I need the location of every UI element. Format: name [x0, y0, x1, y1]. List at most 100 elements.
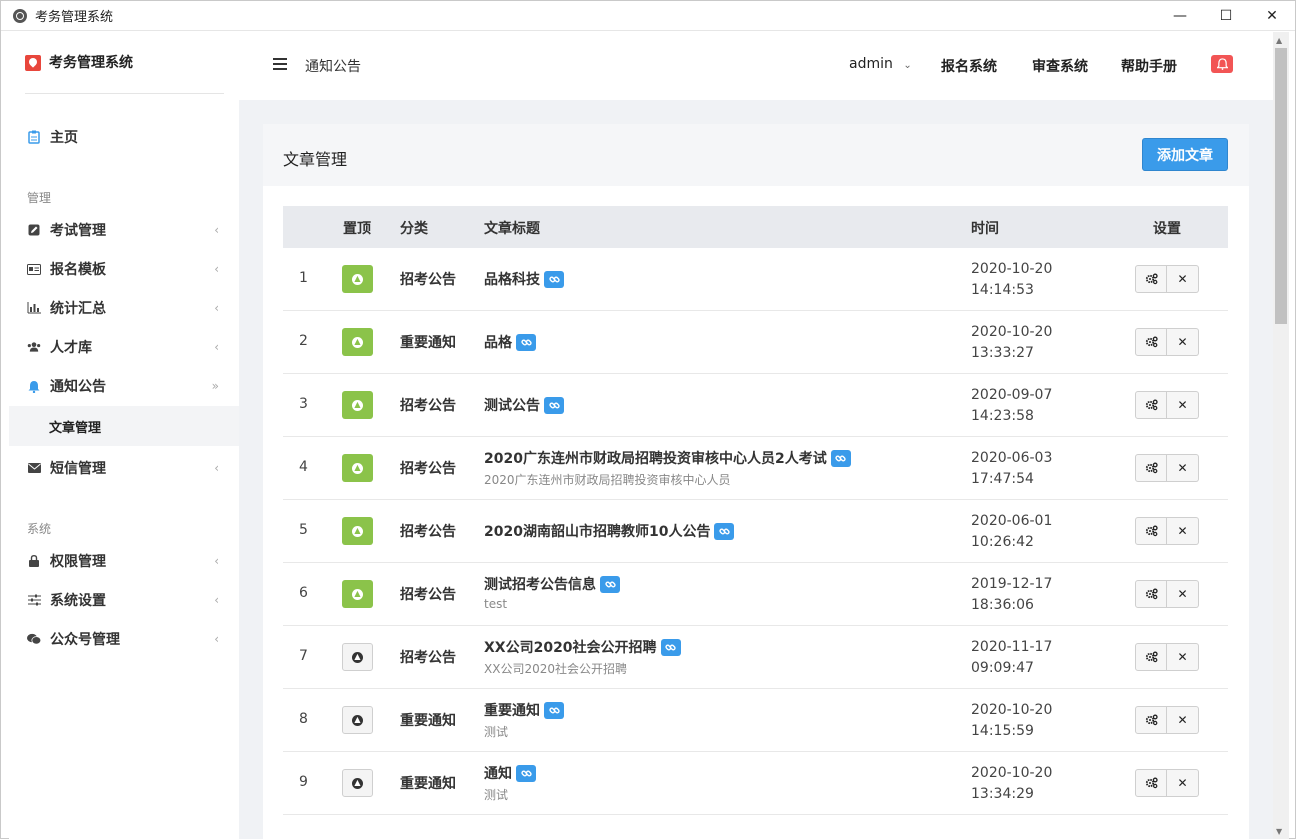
table-row: 9 ▲ 重要通知 通知 测试 2020-10-20 13:34:29 ✕	[283, 752, 1228, 815]
close-button[interactable]: ✕	[1249, 1, 1295, 31]
delete-button[interactable]: ✕	[1167, 454, 1199, 482]
chevron-left-icon: ‹	[214, 223, 219, 237]
sidebar-item-permission[interactable]: 权限管理 ‹	[9, 542, 239, 580]
pin-toggle-button[interactable]: ▲	[342, 328, 373, 356]
nav-signup-system[interactable]: 报名系统	[941, 56, 997, 76]
delete-button[interactable]: ✕	[1167, 706, 1199, 734]
menu-toggle-icon[interactable]	[273, 58, 287, 70]
scroll-thumb[interactable]	[1275, 48, 1287, 324]
link-icon[interactable]	[600, 575, 620, 593]
minimize-button[interactable]: —	[1157, 1, 1203, 31]
maximize-button[interactable]: ☐	[1203, 1, 1249, 31]
scroll-down-arrow-icon[interactable]: ▼	[1276, 827, 1282, 836]
row-time: 2020-06-01 10:26:42	[971, 511, 1052, 553]
article-title-link[interactable]: XX公司2020社会公开招聘	[484, 637, 657, 657]
column-header-pin[interactable]: 置顶	[343, 218, 371, 238]
id-card-icon	[27, 262, 41, 276]
row-category: 招考公告	[400, 272, 456, 288]
article-title-link[interactable]: 测试招考公告信息	[484, 574, 596, 594]
delete-button[interactable]: ✕	[1167, 517, 1199, 545]
link-icon[interactable]	[714, 522, 735, 540]
settings-button[interactable]	[1135, 454, 1167, 482]
column-header-category[interactable]: 分类	[400, 218, 428, 238]
sidebar-subitem-articles[interactable]: 文章管理	[9, 406, 239, 446]
article-title-link[interactable]: 品格科技	[484, 269, 540, 289]
nav-review-system[interactable]: 审查系统	[1032, 56, 1088, 76]
article-title-link[interactable]: 重要通知	[484, 700, 540, 720]
sidebar-item-settings[interactable]: 系统设置 ‹	[9, 581, 239, 619]
settings-button[interactable]	[1135, 643, 1167, 671]
row-actions: ✕	[1135, 643, 1199, 671]
article-title-link[interactable]: 2020广东连州市财政局招聘投资审核中心人员2人考试	[484, 448, 827, 468]
pin-toggle-button[interactable]: ▲	[342, 391, 373, 419]
link-icon[interactable]	[544, 396, 564, 414]
row-title-cell: 品格科技	[484, 269, 564, 289]
brand-name: 考务管理系统	[49, 55, 133, 71]
chevron-left-icon: ‹	[214, 262, 219, 276]
link-icon[interactable]	[516, 764, 536, 782]
delete-button[interactable]: ✕	[1167, 391, 1199, 419]
window-title: 考务管理系统	[35, 10, 114, 25]
gears-icon	[1145, 462, 1158, 474]
users-icon	[27, 340, 41, 354]
pin-toggle-button[interactable]: ▲	[342, 769, 373, 797]
user-menu[interactable]: admin ⌄	[849, 56, 912, 72]
settings-button[interactable]	[1135, 328, 1167, 356]
sidebar: 考务管理系统 主页 管理 考试管理 ‹ 报名模板 ‹ 统计汇总 ‹ 人才库 ‹ …	[9, 32, 239, 839]
delete-button[interactable]: ✕	[1167, 328, 1199, 356]
link-icon[interactable]	[660, 638, 681, 656]
pin-toggle-button[interactable]: ▲	[342, 706, 373, 734]
delete-button[interactable]: ✕	[1167, 643, 1199, 671]
sidebar-item-stats[interactable]: 统计汇总 ‹	[9, 289, 239, 327]
close-icon: ✕	[1177, 524, 1188, 538]
clipboard-icon	[27, 130, 41, 144]
link-icon[interactable]	[544, 270, 564, 288]
link-icon[interactable]	[544, 701, 564, 719]
sidebar-item-sms[interactable]: 短信管理 ‹	[9, 449, 239, 487]
delete-button[interactable]: ✕	[1167, 769, 1199, 797]
vertical-scrollbar[interactable]: ▲ ▼	[1273, 32, 1289, 839]
settings-button[interactable]	[1135, 517, 1167, 545]
article-title-link[interactable]: 2020湖南韶山市招聘教师10人公告	[484, 521, 710, 541]
sidebar-item-wechat[interactable]: 公众号管理 ‹	[9, 620, 239, 658]
delete-button[interactable]: ✕	[1167, 580, 1199, 608]
pin-toggle-button[interactable]: ▲	[342, 580, 373, 608]
pin-toggle-button[interactable]: ▲	[342, 454, 373, 482]
link-icon[interactable]	[516, 333, 536, 351]
gears-icon	[1145, 399, 1158, 411]
settings-button[interactable]	[1135, 769, 1167, 797]
brand[interactable]: 考务管理系统	[25, 52, 224, 94]
arrow-up-circle-icon: ▲	[352, 336, 363, 348]
link-icon[interactable]	[830, 449, 851, 467]
sidebar-item-notice[interactable]: 通知公告 »	[9, 367, 239, 405]
close-icon: ✕	[1177, 398, 1188, 412]
add-article-button[interactable]: 添加文章	[1142, 138, 1228, 171]
article-title-link[interactable]: 通知	[484, 763, 512, 783]
article-title-link[interactable]: 品格	[484, 332, 512, 352]
pin-toggle-button[interactable]: ▲	[342, 517, 373, 545]
notification-bell-icon[interactable]	[1211, 55, 1233, 73]
row-category: 招考公告	[400, 650, 456, 666]
scroll-up-arrow-icon[interactable]: ▲	[1276, 36, 1282, 45]
row-category: 重要通知	[400, 776, 456, 792]
article-title-link[interactable]: 测试公告	[484, 395, 540, 415]
gears-icon	[1145, 651, 1158, 663]
sidebar-item-exam[interactable]: 考试管理 ‹	[9, 211, 239, 249]
pin-toggle-button[interactable]: ▲	[342, 643, 373, 671]
column-header-settings[interactable]: 设置	[1153, 218, 1181, 238]
article-subtitle: 测试	[484, 725, 509, 739]
column-header-time[interactable]: 时间	[971, 218, 999, 238]
sidebar-item-talent[interactable]: 人才库 ‹	[9, 328, 239, 366]
gears-icon	[1145, 525, 1158, 537]
nav-help-manual[interactable]: 帮助手册	[1121, 56, 1177, 76]
pin-toggle-button[interactable]: ▲	[342, 265, 373, 293]
column-header-title[interactable]: 文章标题	[484, 218, 540, 238]
close-icon: ✕	[1177, 587, 1188, 601]
settings-button[interactable]	[1135, 391, 1167, 419]
settings-button[interactable]	[1135, 706, 1167, 734]
delete-button[interactable]: ✕	[1167, 265, 1199, 293]
settings-button[interactable]	[1135, 265, 1167, 293]
sidebar-item-home[interactable]: 主页	[9, 118, 239, 156]
settings-button[interactable]	[1135, 580, 1167, 608]
sidebar-item-template[interactable]: 报名模板 ‹	[9, 250, 239, 288]
